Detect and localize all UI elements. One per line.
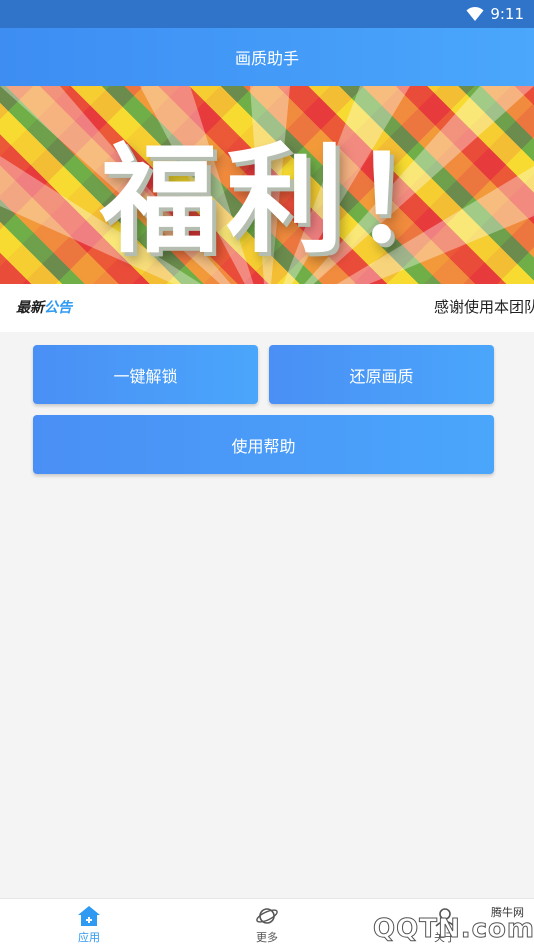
unlock-button-label: 一键解锁: [113, 366, 178, 386]
help-button-label: 使用帮助: [231, 436, 296, 456]
notice-tag: 最新公告: [16, 297, 72, 317]
nav-item-label: 应用: [78, 931, 100, 944]
unlock-button[interactable]: 一键解锁: [33, 345, 258, 404]
planet-icon: [256, 908, 278, 924]
banner-text: 福利！: [100, 131, 479, 269]
notice-tag-announcement: 公告: [44, 300, 72, 316]
app-bar: 画质助手: [0, 28, 534, 86]
restore-quality-button-label: 还原画质: [349, 366, 414, 386]
notice-marquee-text: 感谢使用本团队: [434, 298, 534, 316]
status-bar: 9:11: [0, 0, 534, 28]
wifi-icon: [466, 6, 484, 21]
page-title: 画质助手: [234, 49, 299, 68]
watermark-logo: QQTN.com: [373, 914, 534, 945]
help-button[interactable]: 使用帮助: [33, 415, 494, 474]
nav-item-more[interactable]: 更多: [227, 903, 307, 949]
promo-banner[interactable]: 福利！: [0, 86, 534, 284]
restore-quality-button[interactable]: 还原画质: [269, 345, 494, 404]
clock: 9:11: [490, 5, 524, 23]
notice-tag-latest: 最新: [16, 300, 44, 316]
watermark: 腾牛网 QQTN.com: [325, 888, 534, 949]
notice-bar[interactable]: 最新公告 感谢使用本团队: [0, 284, 534, 332]
nav-item-label: 更多: [256, 931, 278, 944]
home-icon: [78, 906, 100, 926]
nav-item-apps[interactable]: 应用: [49, 903, 129, 949]
